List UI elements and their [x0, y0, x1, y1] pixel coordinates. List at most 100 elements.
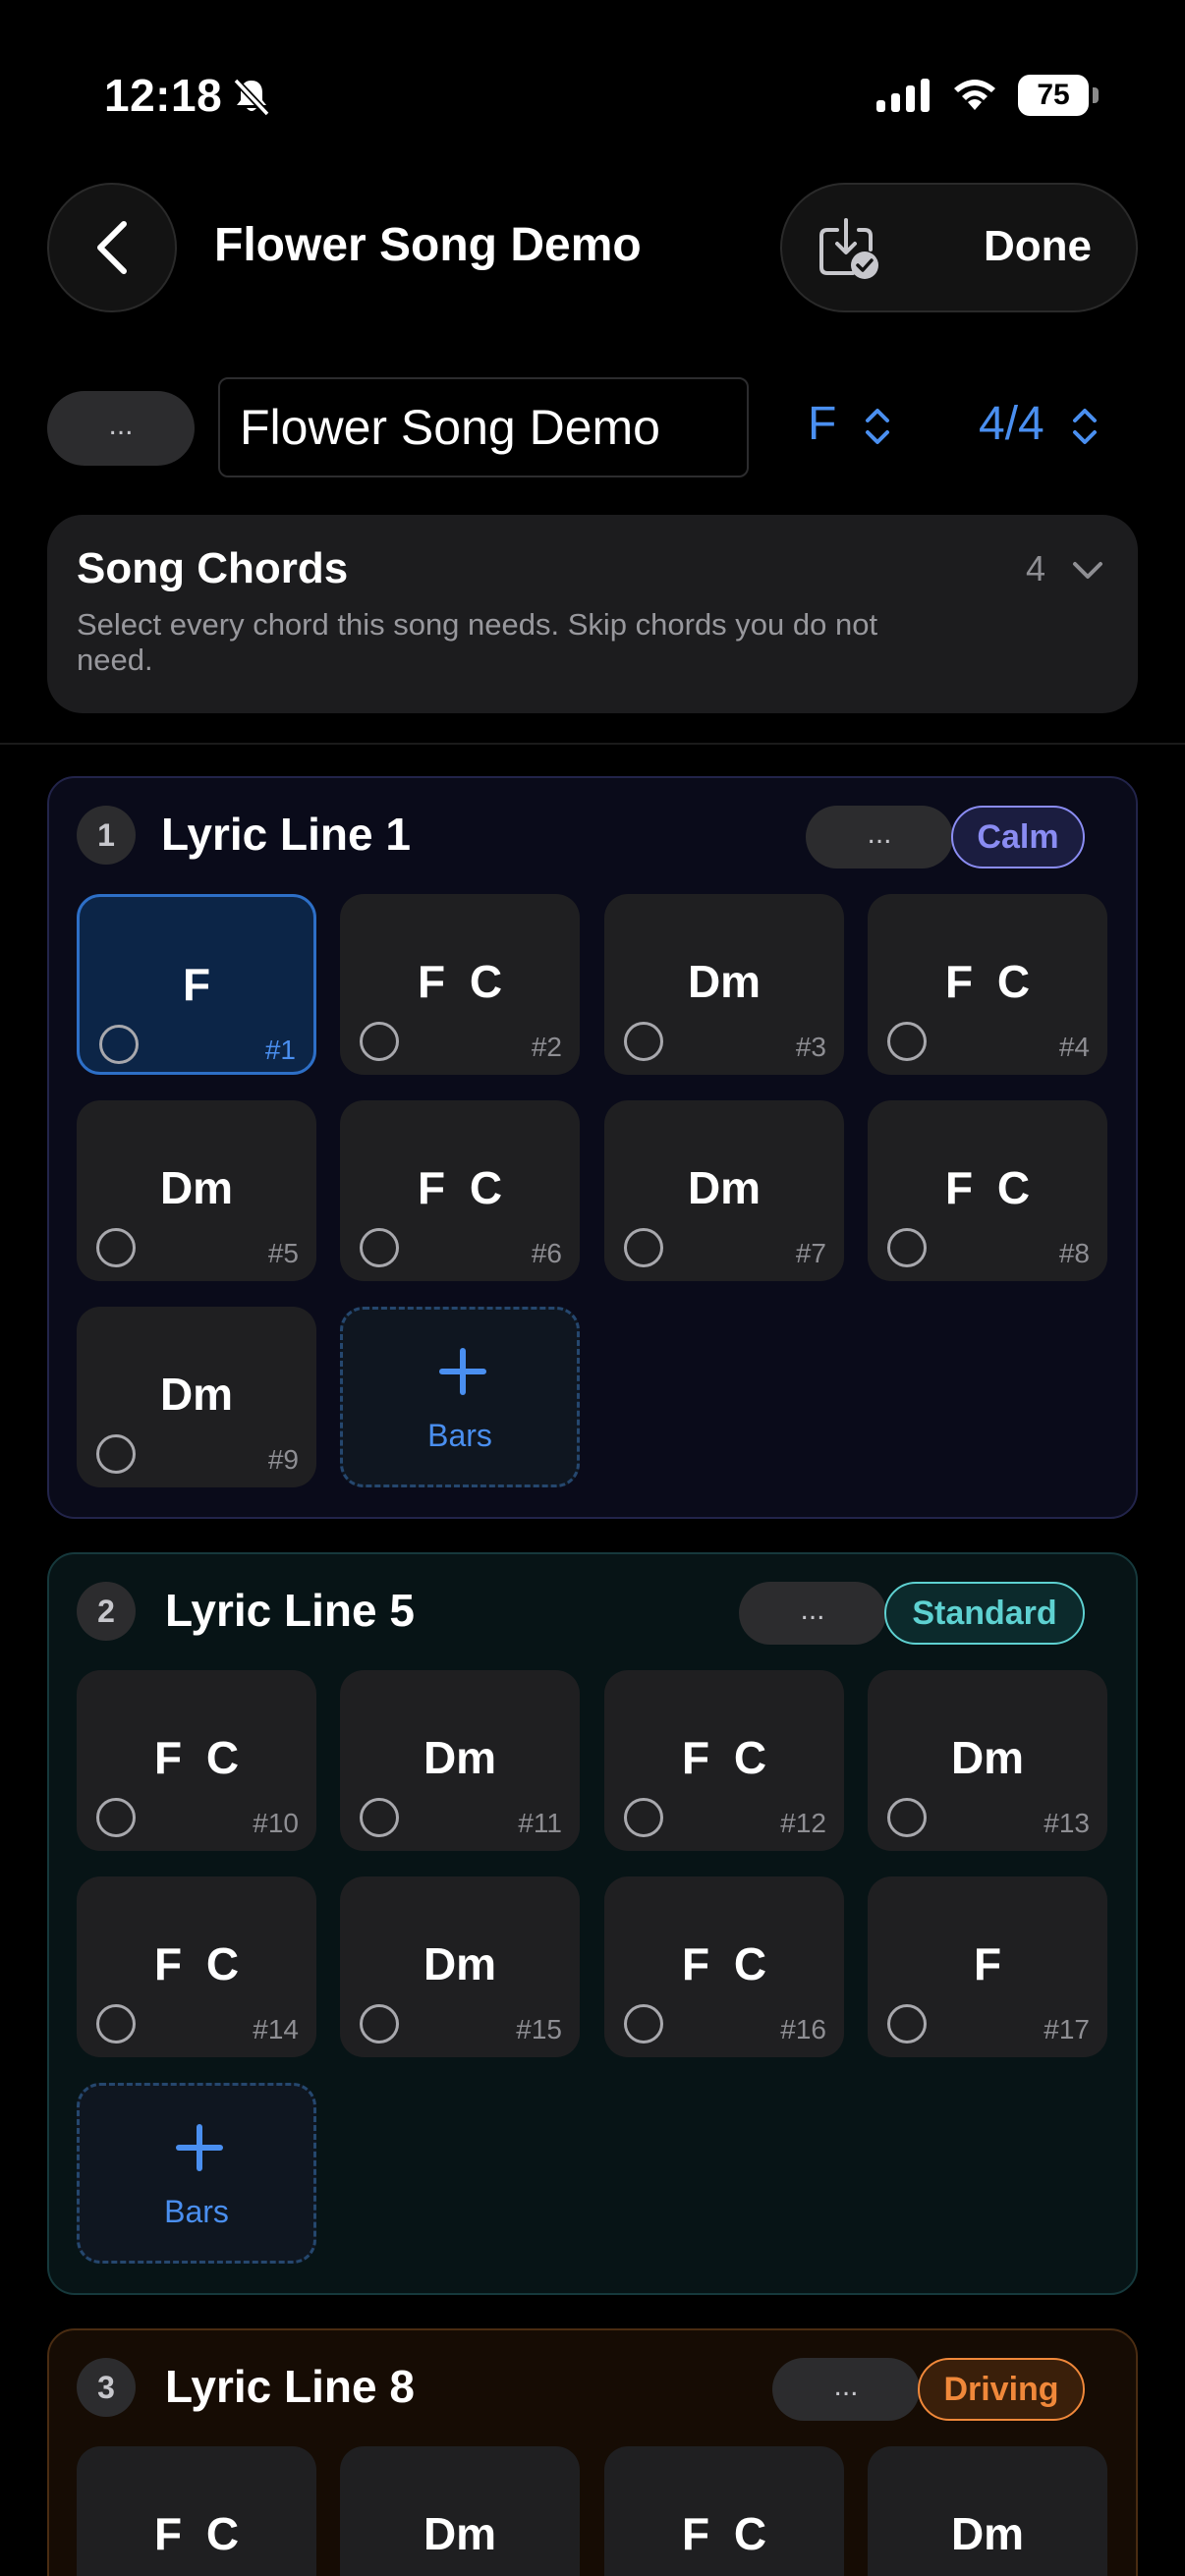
add-bars-button[interactable]: Bars	[340, 1307, 580, 1487]
bar-chord: F C	[153, 1938, 240, 1989]
download-check-icon[interactable]	[816, 216, 880, 281]
bar-number: #5	[267, 1238, 299, 1268]
bar-cell[interactable]: F C	[77, 2446, 316, 2576]
bar-cell[interactable]: F #1	[77, 894, 316, 1075]
bar-number: #16	[780, 2014, 826, 2044]
bar-cell[interactable]: Dm #9	[77, 1307, 316, 1487]
bar-select-radio[interactable]	[99, 1025, 139, 1064]
bar-select-radio[interactable]	[96, 1228, 136, 1267]
bar-number: #17	[1044, 2014, 1090, 2044]
battery-level: 75	[1018, 75, 1089, 116]
chevron-up-down-icon	[1073, 409, 1098, 445]
bar-select-radio[interactable]	[887, 1798, 927, 1837]
bar-cell[interactable]: F C #6	[340, 1100, 580, 1281]
bar-cell[interactable]: F #17	[868, 1876, 1107, 2057]
bar-select-radio[interactable]	[624, 2004, 663, 2044]
section-more-button[interactable]: ...	[739, 1582, 886, 1645]
bar-cell[interactable]: F C #2	[340, 894, 580, 1075]
bar-select-radio[interactable]	[96, 1434, 136, 1474]
bar-number: #15	[516, 2014, 562, 2044]
song-name-input[interactable]	[218, 377, 749, 477]
bar-cell[interactable]: Dm #15	[340, 1876, 580, 2057]
mood-tag[interactable]: Driving	[918, 2358, 1085, 2421]
add-bars-label: Bars	[164, 2194, 229, 2229]
section-title: Lyric Line 8	[165, 2361, 415, 2412]
add-bars-button[interactable]: Bars	[77, 2083, 316, 2264]
bar-select-radio[interactable]	[887, 2004, 927, 2044]
bar-select-radio[interactable]	[96, 1798, 136, 1837]
bar-select-radio[interactable]	[624, 1798, 663, 1837]
back-button[interactable]	[47, 183, 177, 312]
section-number: 2	[77, 1582, 136, 1641]
bar-number: #2	[531, 1032, 562, 1062]
bar-number: #12	[780, 1808, 826, 1838]
bar-chord: F C	[681, 1938, 767, 1989]
bar-cell[interactable]: Dm #3	[604, 894, 844, 1075]
bar-chord: F C	[153, 2508, 240, 2559]
bar-select-radio[interactable]	[360, 1022, 399, 1061]
bar-select-radio[interactable]	[887, 1228, 927, 1267]
bar-chord: Dm	[950, 1732, 1025, 1783]
bar-chord: Dm	[423, 1732, 497, 1783]
bar-number: #1	[264, 1035, 296, 1065]
bar-cell[interactable]: F C #4	[868, 894, 1107, 1075]
bar-cell[interactable]: F C #8	[868, 1100, 1107, 1281]
lyric-section: 2 Lyric Line 5... Standard F C #10 Dm #11 F C #1…	[47, 1552, 1138, 2295]
bar-number: #6	[531, 1238, 562, 1268]
mood-tag[interactable]: Standard	[884, 1582, 1085, 1645]
bar-cell[interactable]: F C	[604, 2446, 844, 2576]
bar-select-radio[interactable]	[360, 1798, 399, 1837]
bar-cell[interactable]: Dm #7	[604, 1100, 844, 1281]
section-more-button[interactable]: ...	[772, 2358, 920, 2421]
song-chords-card[interactable]: Song Chords Select every chord this song…	[47, 515, 1138, 713]
chevron-down-icon[interactable]	[1069, 556, 1106, 586]
cellular-signal-icon	[876, 79, 930, 112]
bar-chord: F C	[417, 956, 503, 1007]
bar-chord: F C	[153, 1732, 240, 1783]
bar-cell[interactable]: Dm	[868, 2446, 1107, 2576]
done-button[interactable]: Done	[984, 222, 1092, 271]
bar-number: #7	[795, 1238, 826, 1268]
bar-chord: Dm	[159, 1162, 234, 1213]
plus-icon	[176, 2124, 223, 2171]
chevron-up-down-icon	[865, 409, 889, 445]
bar-cell[interactable]: Dm #11	[340, 1670, 580, 1851]
bar-chord: Dm	[950, 2508, 1025, 2559]
time-signature-selector[interactable]: 4/4	[979, 397, 1099, 451]
bar-chord: F C	[681, 2508, 767, 2559]
key-value: F	[808, 398, 837, 450]
bar-cell[interactable]: Dm	[340, 2446, 580, 2576]
section-number: 3	[77, 2358, 136, 2417]
bar-cell[interactable]: F C #10	[77, 1670, 316, 1851]
mood-tag[interactable]: Calm	[951, 806, 1085, 868]
add-bars-label: Bars	[427, 1418, 492, 1453]
status-bar: 12:18 75	[0, 0, 1185, 187]
status-time: 12:18	[104, 70, 223, 121]
bar-select-radio[interactable]	[360, 1228, 399, 1267]
bar-select-radio[interactable]	[624, 1022, 663, 1061]
plus-icon	[439, 1348, 486, 1395]
song-chords-description: Select every chord this song needs. Skip…	[77, 607, 878, 677]
bell-muted-icon	[233, 78, 270, 117]
divider	[0, 743, 1185, 745]
bar-number: #4	[1058, 1032, 1090, 1062]
bar-select-radio[interactable]	[624, 1228, 663, 1267]
bar-cell[interactable]: F C #16	[604, 1876, 844, 2057]
section-title: Lyric Line 5	[165, 1585, 415, 1636]
bar-cell[interactable]: Dm #13	[868, 1670, 1107, 1851]
bar-chord: F C	[417, 1162, 503, 1213]
bar-cell[interactable]: Dm #5	[77, 1100, 316, 1281]
chevron-left-icon	[97, 221, 127, 274]
bar-cell[interactable]: F C #12	[604, 1670, 844, 1851]
song-more-button[interactable]: ...	[47, 391, 195, 466]
key-selector[interactable]: F	[808, 397, 891, 451]
section-more-button[interactable]: ...	[806, 806, 953, 868]
bar-number: #14	[253, 2014, 299, 2044]
bar-chord: Dm	[423, 2508, 497, 2559]
bar-number: #10	[253, 1808, 299, 1838]
bar-select-radio[interactable]	[96, 2004, 136, 2044]
bar-select-radio[interactable]	[360, 2004, 399, 2044]
bar-cell[interactable]: F C #14	[77, 1876, 316, 2057]
bar-chord: F C	[944, 1162, 1031, 1213]
bar-select-radio[interactable]	[887, 1022, 927, 1061]
